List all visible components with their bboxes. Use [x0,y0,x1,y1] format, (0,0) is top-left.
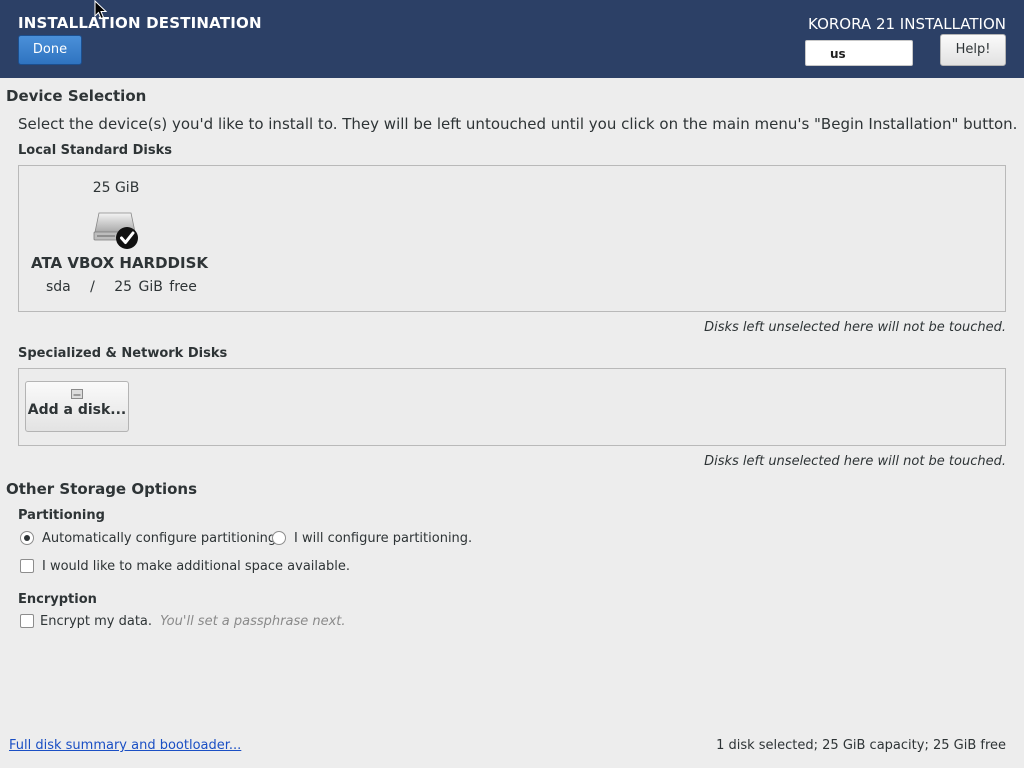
network-disks-note: Disks left unselected here will not be t… [704,454,1006,469]
page-title: INSTALLATION DESTINATION [18,14,262,32]
encrypt-hint: You'll set a passphrase next. [160,614,346,629]
encryption-heading: Encryption [18,592,97,607]
auto-partition-radio[interactable] [20,531,34,545]
disk-info: sda / 25 GiB free [46,279,197,295]
storage-options-title: Other Storage Options [6,480,198,498]
done-button[interactable]: Done [18,35,82,65]
disk-tile-sda[interactable]: 25 GiB ATA VBOX HARDDISK sda / 25 GiB fr… [19,166,219,306]
local-disks-note: Disks left unselected here will not be t… [704,320,1006,335]
encrypt-label[interactable]: Encrypt my data. [40,614,152,629]
device-selection-title: Device Selection [6,87,147,105]
header-bar: INSTALLATION DESTINATION Done KORORA 21 … [0,0,1024,78]
radio-selected-dot [24,535,30,541]
network-disks-panel: Add a disk... [18,368,1006,446]
encrypt-row: Encrypt my data. You'll set a passphrase… [40,614,346,629]
partitioning-heading: Partitioning [18,508,105,523]
add-disk-label: Add a disk... [27,402,127,418]
manual-partition-radio[interactable] [272,531,286,545]
help-button[interactable]: Help! [940,34,1006,66]
disk-size: 25 GiB [92,180,140,196]
harddisk-icon [93,212,138,249]
encrypt-checkbox[interactable] [20,614,34,628]
disk-summary-link[interactable]: Full disk summary and bootloader... [9,738,241,753]
additional-space-checkbox[interactable] [20,559,34,573]
device-selection-description: Select the device(s) you'd like to insta… [18,115,1018,133]
keyboard-layout-indicator[interactable]: us [805,40,913,66]
auto-partition-label[interactable]: Automatically configure partitioning. [42,531,280,546]
local-disks-heading: Local Standard Disks [18,143,172,158]
disk-separator: / [90,279,95,295]
manual-partition-label[interactable]: I will configure partitioning. [294,531,472,546]
local-disks-panel: 25 GiB ATA VBOX HARDDISK sda / 25 GiB fr… [18,165,1006,312]
disk-free: 25 GiB free [114,279,197,295]
add-disk-button[interactable]: Add a disk... [25,381,129,432]
disk-summary-status: 1 disk selected; 25 GiB capacity; 25 GiB… [716,738,1006,753]
disk-device: sda [46,279,71,295]
product-title: KORORA 21 INSTALLATION [808,15,1006,33]
add-disk-icon [71,389,83,399]
network-disks-heading: Specialized & Network Disks [18,346,228,361]
mouse-pointer-icon [94,0,108,20]
disk-name: ATA VBOX HARDDISK [31,254,209,272]
additional-space-label[interactable]: I would like to make additional space av… [42,559,350,574]
